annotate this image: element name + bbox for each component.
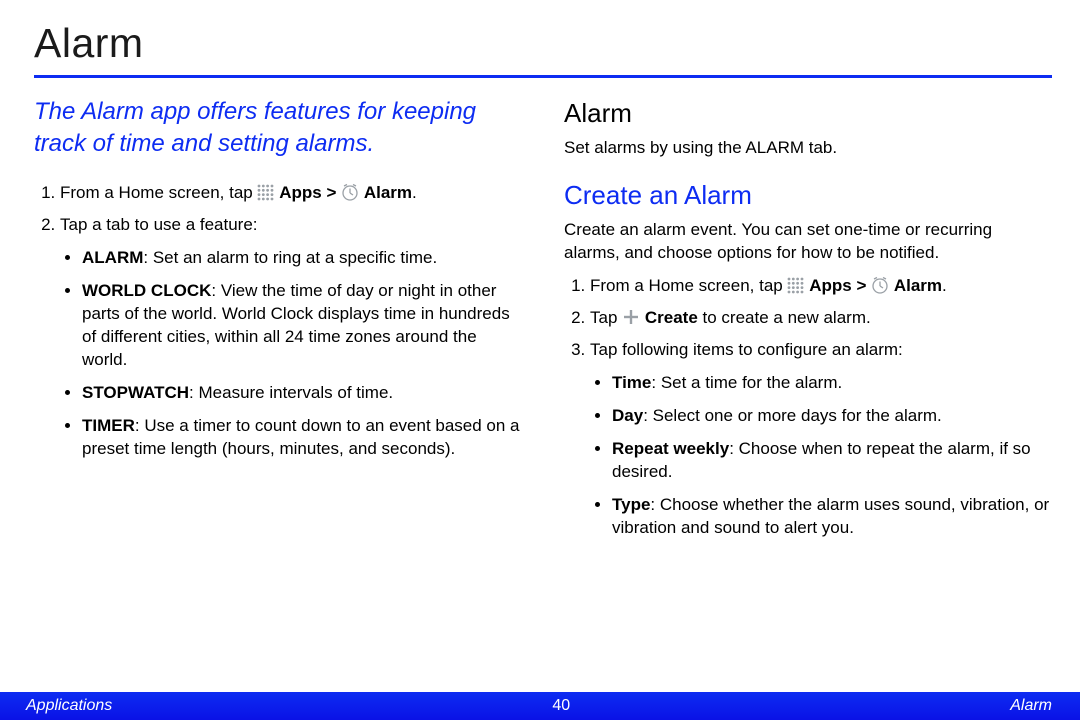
- label: TIMER: [82, 416, 135, 435]
- right-step-3: Tap following items to configure an alar…: [590, 339, 1052, 540]
- page-title: Alarm: [34, 16, 1052, 71]
- alarm-label: Alarm: [364, 183, 412, 202]
- left-sublist: ALARM: Set an alarm to ring at a specifi…: [60, 247, 522, 461]
- right-step-1: From a Home screen, tap Apps >: [590, 275, 1052, 298]
- alarm-icon: [341, 183, 359, 201]
- heading-alarm: Alarm: [564, 96, 1052, 131]
- label: STOPWATCH: [82, 383, 189, 402]
- title-rule: [34, 75, 1052, 78]
- label: Repeat weekly: [612, 439, 729, 458]
- plus-icon: [622, 308, 640, 326]
- list-item: TIMER: Use a timer to count down to an e…: [82, 415, 522, 461]
- apps-label: Apps: [279, 183, 322, 202]
- text: Tap a tab to use a feature:: [60, 215, 258, 234]
- footer-left: Applications: [26, 695, 112, 717]
- right-step-2: Tap Create to create a new alarm.: [590, 307, 1052, 330]
- para-create: Create an alarm event. You can set one-t…: [564, 219, 1052, 265]
- label: Type: [612, 495, 650, 514]
- text: : Set a time for the alarm.: [651, 373, 842, 392]
- left-column: The Alarm app offers features for keepin…: [34, 96, 522, 549]
- page: Alarm The Alarm app offers features for …: [0, 0, 1080, 720]
- list-item: STOPWATCH: Measure intervals of time.: [82, 382, 522, 405]
- footer-center: 40: [112, 695, 1010, 717]
- period: .: [942, 276, 947, 295]
- text: : Select one or more days for the alarm.: [643, 406, 942, 425]
- text: : Set an alarm to ring at a specific tim…: [143, 248, 437, 267]
- footer-right: Alarm: [1010, 695, 1052, 717]
- alarm-label: Alarm: [894, 276, 942, 295]
- apps-icon: [257, 184, 274, 201]
- columns: The Alarm app offers features for keepin…: [34, 96, 1052, 549]
- footer: Applications 40 Alarm: [0, 692, 1080, 720]
- list-item: Time: Set a time for the alarm.: [612, 372, 1052, 395]
- right-sublist: Time: Set a time for the alarm. Day: Sel…: [590, 372, 1052, 540]
- gt: >: [856, 276, 871, 295]
- text: to create a new alarm.: [698, 308, 871, 327]
- alarm-icon: [871, 276, 889, 294]
- label: WORLD CLOCK: [82, 281, 211, 300]
- list-item: Day: Select one or more days for the ala…: [612, 405, 1052, 428]
- list-item: Type: Choose whether the alarm uses soun…: [612, 494, 1052, 540]
- right-steps: From a Home screen, tap Apps >: [568, 275, 1052, 539]
- text: : Use a timer to count down to an event …: [82, 416, 520, 458]
- text: : Choose whether the alarm uses sound, v…: [612, 495, 1049, 537]
- label: Day: [612, 406, 643, 425]
- left-step-1: From a Home screen, tap Apps >: [60, 182, 522, 205]
- period: .: [412, 183, 417, 202]
- apps-label: Apps: [809, 276, 852, 295]
- label: Time: [612, 373, 651, 392]
- apps-icon: [787, 277, 804, 294]
- text: Tap following items to configure an alar…: [590, 340, 903, 359]
- para-alarm: Set alarms by using the ALARM tab.: [564, 137, 1052, 160]
- label: ALARM: [82, 248, 143, 267]
- left-step-2: Tap a tab to use a feature: ALARM: Set a…: [60, 214, 522, 460]
- right-column: Alarm Set alarms by using the ALARM tab.…: [564, 96, 1052, 549]
- text: From a Home screen, tap: [590, 276, 787, 295]
- create-label: Create: [645, 308, 698, 327]
- text: : Measure intervals of time.: [189, 383, 393, 402]
- text: From a Home screen, tap: [60, 183, 257, 202]
- gt: >: [326, 183, 341, 202]
- list-item: WORLD CLOCK: View the time of day or nig…: [82, 280, 522, 372]
- heading-create: Create an Alarm: [564, 178, 1052, 213]
- text: Tap: [590, 308, 622, 327]
- list-item: Repeat weekly: Choose when to repeat the…: [612, 438, 1052, 484]
- intro-text: The Alarm app offers features for keepin…: [34, 96, 522, 160]
- list-item: ALARM: Set an alarm to ring at a specifi…: [82, 247, 522, 270]
- left-steps: From a Home screen, tap Apps >: [38, 182, 522, 460]
